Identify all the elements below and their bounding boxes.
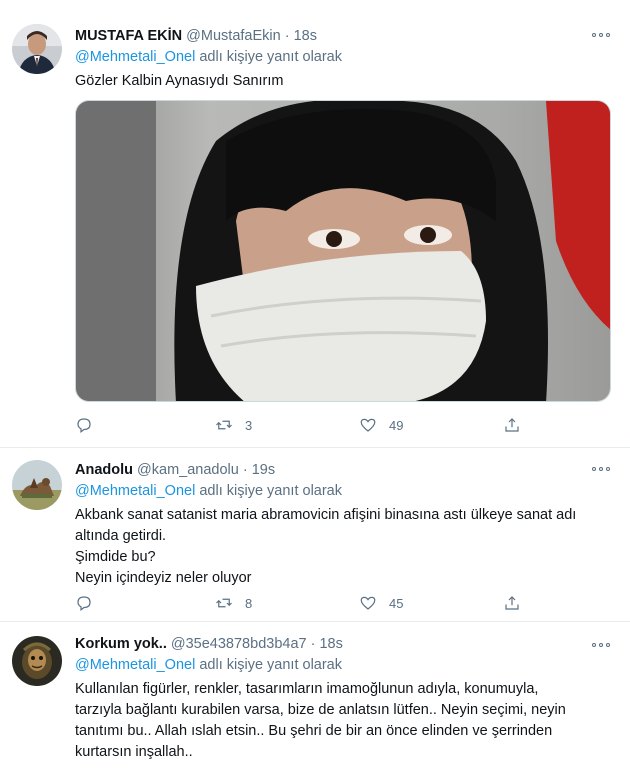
- like-button[interactable]: 45: [359, 592, 403, 614]
- share-button[interactable]: [503, 592, 521, 614]
- retweet-icon: [216, 420, 232, 430]
- tweet-text-line: altında getirdi.: [75, 528, 167, 544]
- author-name[interactable]: Anadolu: [75, 462, 133, 478]
- more-options-icon[interactable]: [592, 463, 614, 475]
- tweet-actions: 3 49: [75, 414, 535, 436]
- tweet-actions: 8 45: [75, 592, 535, 614]
- tweet-text-line: tarzıyla bağlantı kurabilen varsa, bize …: [75, 702, 566, 718]
- tweet-text-line: Kullanılan figürler, renkler, tasarımlar…: [75, 681, 539, 697]
- share-icon: [505, 418, 519, 432]
- retweet-button[interactable]: 3: [215, 414, 252, 436]
- tweet-text-line: kurtarsın inşallah..: [75, 744, 193, 760]
- timestamp[interactable]: 18s: [319, 636, 342, 652]
- more-options-icon[interactable]: [592, 29, 614, 41]
- share-button[interactable]: [503, 414, 521, 436]
- tweet-header: MUSTAFA EKİN @MustafaEkin · 18s: [75, 26, 610, 46]
- heart-icon: [360, 596, 376, 610]
- tweet-card[interactable]: Anadolu @kam_anadolu · 19s @Mehmetali_On…: [0, 448, 630, 620]
- separator-dot: ·: [242, 462, 248, 478]
- tweet-text-line: Akbank sanat satanist maria abramovicin …: [75, 507, 577, 523]
- avatar[interactable]: [12, 24, 62, 74]
- tweet-card[interactable]: MUSTAFA EKİN @MustafaEkin · 18s @Mehmeta…: [0, 0, 630, 447]
- reply-label: adlı kişiye yanıt olarak: [199, 657, 342, 673]
- reply-to-link[interactable]: @Mehmetali_Onel: [75, 49, 195, 65]
- reply-context: @Mehmetali_Onel adlı kişiye yanıt olarak: [75, 47, 610, 67]
- tweet-card[interactable]: Korkum yok.. @35e43878bd3b4a7 · 18s @Meh…: [0, 622, 630, 768]
- author-handle[interactable]: @MustafaEkin: [186, 28, 281, 44]
- reply-icon: [77, 418, 91, 433]
- tweet-header: Anadolu @kam_anadolu · 19s: [75, 460, 610, 480]
- tweet-text-line: Gözler Kalbin Aynasıydı Sanırım: [75, 73, 284, 89]
- reply-icon: [77, 596, 91, 611]
- tweet-text-line: Neyin içindeyiz neler oluyor: [75, 570, 252, 586]
- reply-button[interactable]: [75, 592, 93, 614]
- retweet-count: 3: [245, 417, 253, 433]
- like-count: 45: [389, 595, 404, 611]
- retweet-button[interactable]: 8: [215, 592, 252, 614]
- like-button[interactable]: 49: [359, 414, 403, 436]
- author-name[interactable]: MUSTAFA EKİN: [75, 28, 182, 44]
- tweet-text: Kullanılan figürler, renkler, tasarımlar…: [75, 679, 610, 763]
- author-handle[interactable]: @kam_anadolu: [137, 462, 239, 478]
- timestamp[interactable]: 18s: [294, 28, 317, 44]
- retweet-icon: [216, 598, 232, 608]
- reply-to-link[interactable]: @Mehmetali_Onel: [75, 483, 195, 499]
- tweet-feed: MUSTAFA EKİN @MustafaEkin · 18s @Mehmeta…: [0, 0, 630, 768]
- retweet-count: 8: [245, 595, 253, 611]
- tweet-image[interactable]: [75, 100, 611, 402]
- avatar[interactable]: [12, 636, 62, 686]
- heart-icon: [360, 418, 376, 432]
- like-count: 49: [389, 417, 404, 433]
- timestamp[interactable]: 19s: [252, 462, 275, 478]
- tweet-header: Korkum yok.. @35e43878bd3b4a7 · 18s: [75, 634, 610, 654]
- avatar[interactable]: [12, 460, 62, 510]
- tweet-text-line: Şimdide bu?: [75, 549, 156, 565]
- separator-dot: ·: [284, 28, 290, 44]
- reply-context: @Mehmetali_Onel adlı kişiye yanıt olarak: [75, 481, 610, 501]
- separator-dot: ·: [310, 636, 316, 652]
- tweet-text: Akbank sanat satanist maria abramovicin …: [75, 505, 610, 589]
- tweet-text-line: tanıtımı bu.. Allah ıslah etsin.. Bu şeh…: [75, 723, 553, 739]
- share-icon: [505, 596, 519, 610]
- reply-context: @Mehmetali_Onel adlı kişiye yanıt olarak: [75, 655, 610, 675]
- reply-to-link[interactable]: @Mehmetali_Onel: [75, 657, 195, 673]
- reply-label: adlı kişiye yanıt olarak: [199, 483, 342, 499]
- more-options-icon[interactable]: [592, 639, 614, 651]
- author-handle[interactable]: @35e43878bd3b4a7: [171, 636, 307, 652]
- author-name[interactable]: Korkum yok..: [75, 636, 167, 652]
- tweet-text: Gözler Kalbin Aynasıydı Sanırım: [75, 71, 610, 92]
- reply-label: adlı kişiye yanıt olarak: [199, 49, 342, 65]
- reply-button[interactable]: [75, 414, 93, 436]
